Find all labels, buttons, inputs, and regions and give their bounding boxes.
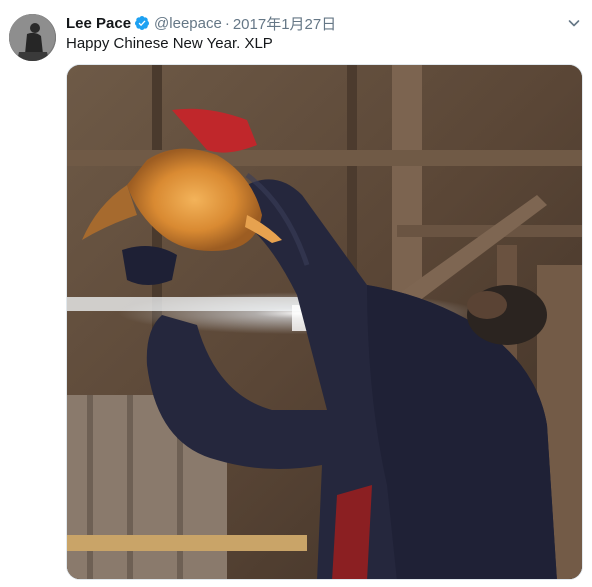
media-image xyxy=(67,65,582,579)
avatar-image xyxy=(9,14,56,61)
display-name[interactable]: Lee Pace xyxy=(66,15,131,32)
tweet-media[interactable] xyxy=(66,64,583,580)
tweet-header: Lee Pace @leepace · 2017年1月27日 xyxy=(66,12,336,34)
avatar[interactable] xyxy=(9,14,56,61)
tweet-text: Happy Chinese New Year. XLP xyxy=(66,35,273,52)
tweet-card: Lee Pace @leepace · 2017年1月27日 Happy Chi… xyxy=(0,0,592,587)
chevron-down-icon[interactable] xyxy=(566,15,582,31)
verified-badge-icon xyxy=(134,15,150,31)
tweet-date[interactable]: 2017年1月27日 xyxy=(233,13,336,34)
header-separator: · xyxy=(224,14,230,32)
user-handle[interactable]: @leepace xyxy=(154,15,222,32)
